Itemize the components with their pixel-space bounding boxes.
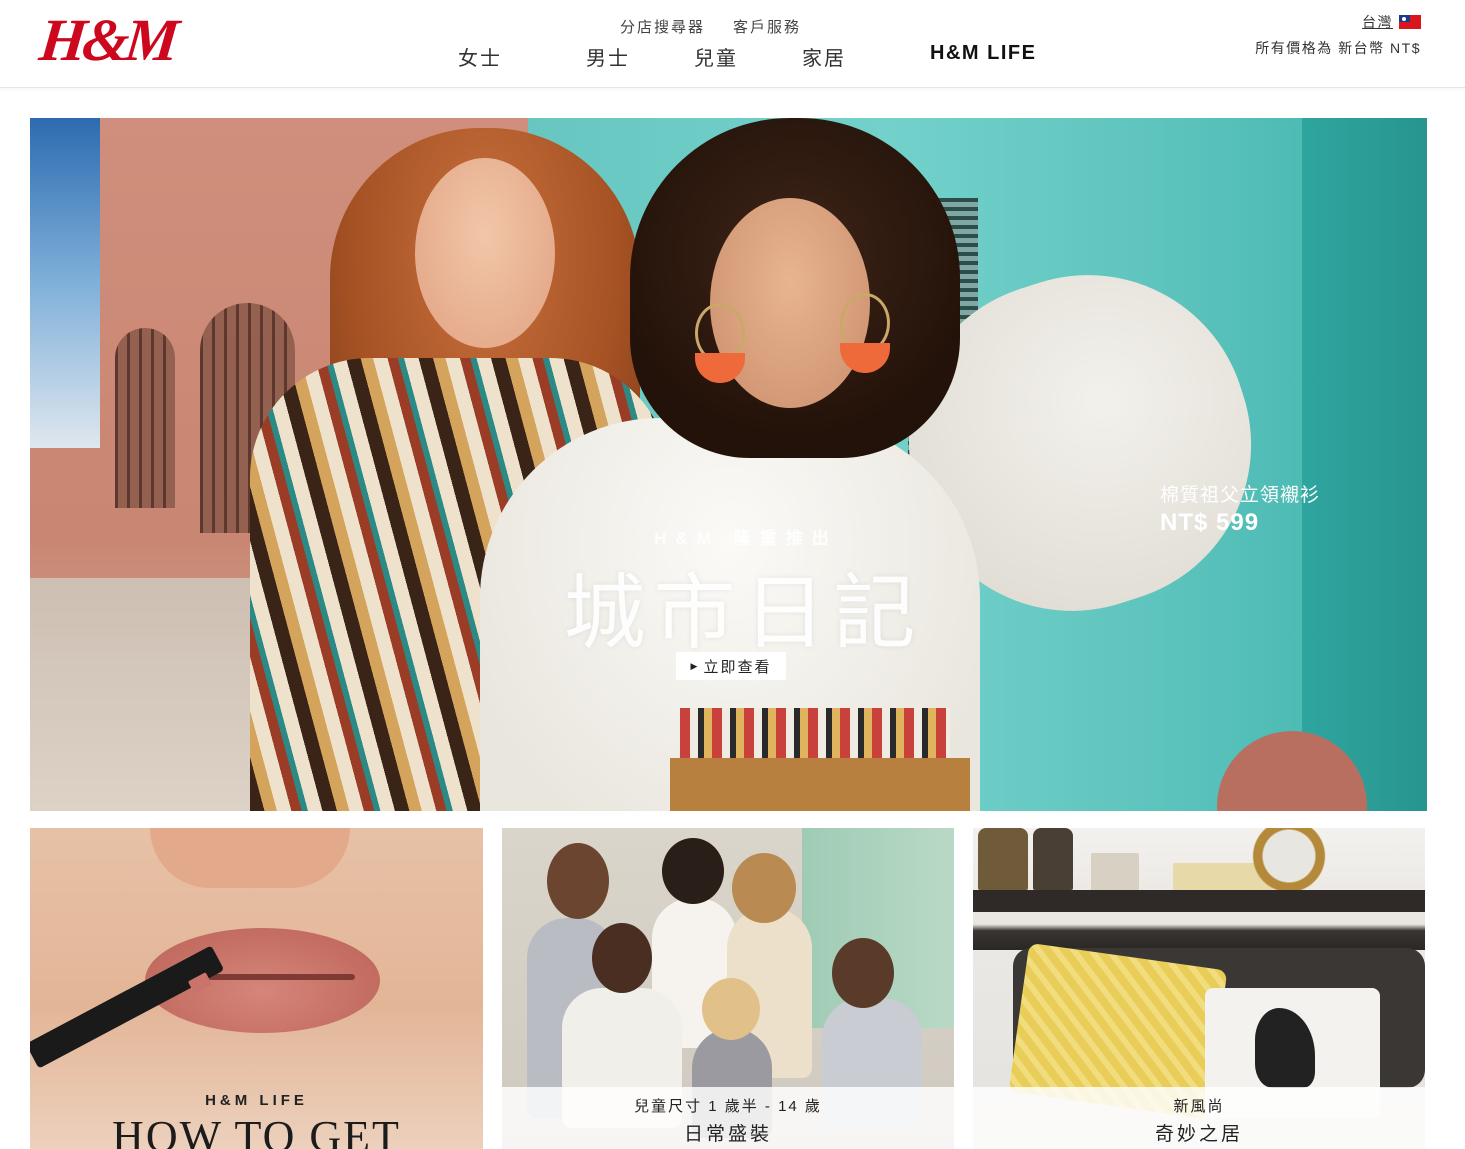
tile-kids-subtitle: 兒童尺寸 1 歲半 - 14 歲	[634, 1098, 822, 1115]
shelf-frame	[1091, 853, 1139, 891]
product-price: NT$ 599	[1160, 509, 1260, 536]
hm-logo[interactable]: H&M	[37, 7, 179, 73]
tile-life-title: HOW TO GET	[112, 1112, 401, 1149]
kid-head	[547, 843, 609, 919]
face-nose	[150, 828, 350, 888]
kid-head	[662, 838, 724, 904]
nav-item-home[interactable]: 家居	[802, 42, 846, 71]
hero-title: 城市日記	[563, 568, 924, 659]
product-name: 棉質祖父立領襯衫	[1160, 485, 1321, 506]
triangle-right-icon: ▶	[690, 660, 700, 671]
kid-head	[732, 853, 796, 923]
tile-kids[interactable]: 兒童尺寸 1 歲半 - 14 歲 日常盛裝	[502, 828, 954, 1149]
region-selector: 台灣 所有價格為 新台幣 NT$	[1255, 12, 1421, 58]
country-link[interactable]: 台灣	[1362, 12, 1421, 32]
customer-service-link[interactable]: 客戶服務	[733, 16, 801, 37]
shelf	[973, 890, 1425, 912]
tile-kids-caption: 兒童尺寸 1 歲半 - 14 歲 日常盛裝	[502, 1087, 954, 1149]
taiwan-flag-icon	[1399, 15, 1421, 29]
tile-home-caption: 新風尚 奇妙之居	[973, 1087, 1425, 1149]
tile-hm-life[interactable]: H&M LIFE HOW TO GET	[30, 828, 483, 1149]
tile-home-subtitle: 新風尚	[1173, 1098, 1225, 1115]
nav-item-women[interactable]: 女士	[458, 42, 502, 71]
product-tag[interactable]: 棉質祖父立領襯衫 NT$ 599	[1160, 480, 1320, 537]
store-locator-link[interactable]: 分店搜尋器	[620, 16, 705, 37]
country-label: 台灣	[1362, 14, 1393, 30]
currency-note: 所有價格為 新台幣 NT$	[1255, 40, 1421, 56]
view-now-label: 立即查看	[703, 658, 772, 676]
view-now-button[interactable]: ▶ 立即查看	[676, 652, 786, 680]
tile-kids-title: 日常盛裝	[683, 1124, 772, 1145]
hero-banner[interactable]: H&M 隆重推出 城市日記 ▶ 立即查看 棉質祖父立領襯衫 NT$ 599	[30, 118, 1427, 811]
site-header: H&M 分店搜尋器 客戶服務 女士 男士 兒童 家居 H&M LIFE 台灣 所…	[0, 0, 1465, 88]
nav-item-kids[interactable]: 兒童	[694, 42, 738, 71]
tile-home-title: 奇妙之居	[1154, 1124, 1243, 1145]
kid-head	[592, 923, 652, 993]
nav-item-men[interactable]: 男士	[586, 42, 630, 71]
shelf-vase	[978, 828, 1028, 890]
kid-head	[702, 978, 760, 1040]
tile-life-kicker: H&M LIFE	[205, 1092, 308, 1109]
tile-home[interactable]: 新風尚 奇妙之居	[973, 828, 1425, 1149]
kid-head	[832, 938, 894, 1008]
shelf-vase	[1033, 828, 1073, 890]
nav-item-hm-life[interactable]: H&M LIFE	[930, 42, 1036, 71]
hero-text-overlay: H&M 隆重推出 城市日記 ▶ 立即查看 棉質祖父立領襯衫 NT$ 599	[30, 118, 1427, 811]
utility-links: 分店搜尋器 客戶服務	[620, 16, 801, 37]
main-nav: 女士 男士 兒童 家居 H&M LIFE	[458, 42, 1036, 71]
